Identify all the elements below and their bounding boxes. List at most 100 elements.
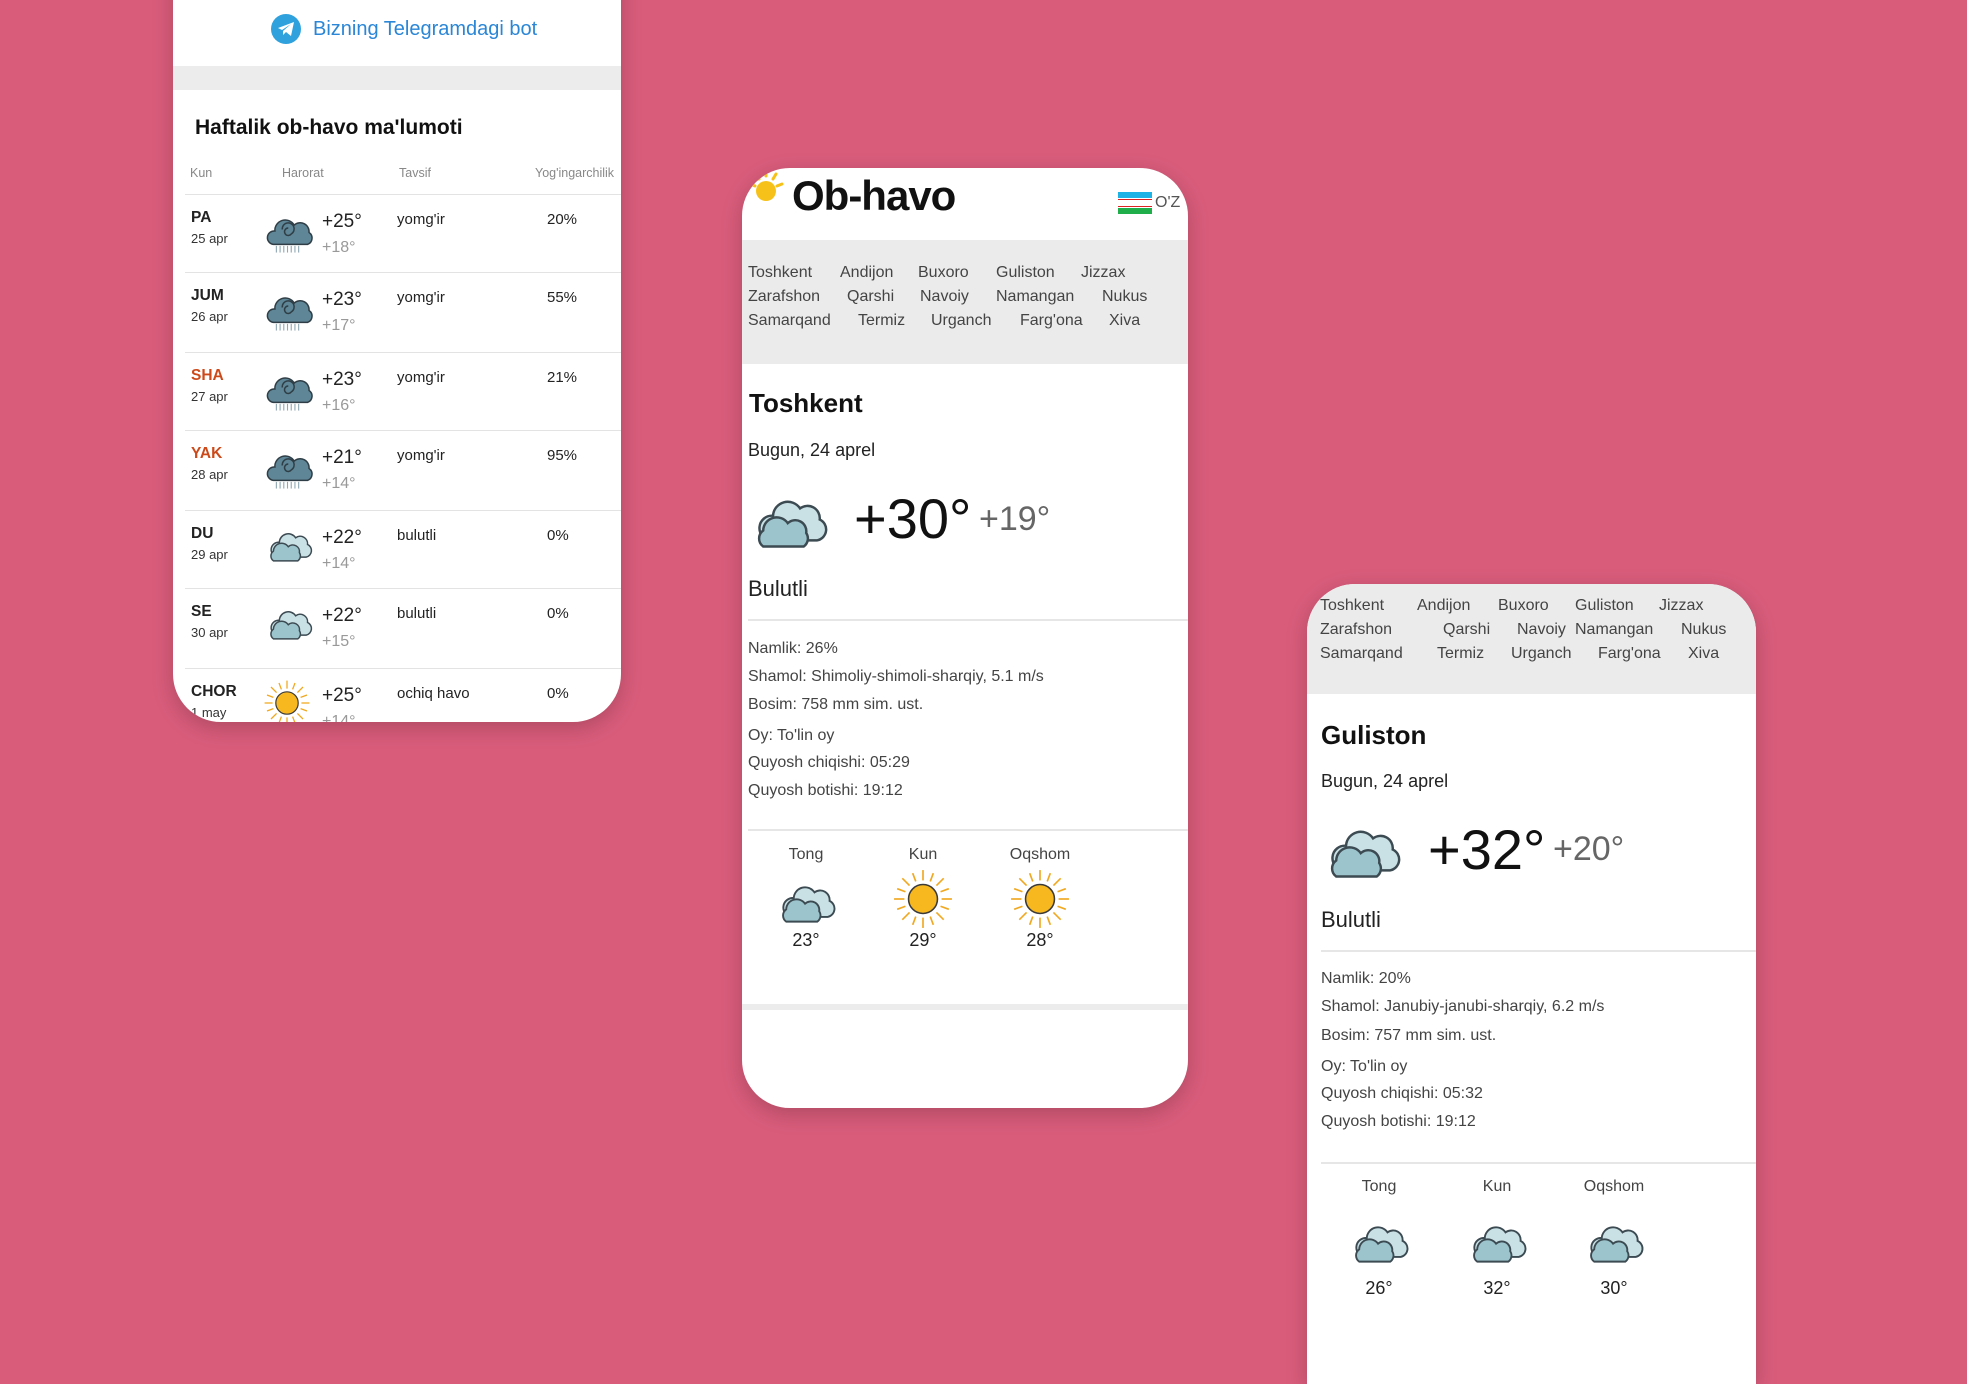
city-link[interactable]: Xiva [1109,312,1140,330]
row-date: 29 apr [191,547,228,562]
current-temperature: +32° [1428,818,1546,881]
site-logo[interactable]: Ob-havo [792,172,956,220]
telegram-bot-label[interactable]: Bizning Telegramdagi bot [313,18,537,41]
sunrise: Quyosh chiqishi: 05:32 [1321,1085,1483,1102]
weekly-title: Haftalik ob-havo ma'lumoti [195,116,463,139]
language-selector[interactable]: O'Z [1155,194,1180,212]
city-link[interactable]: Toshkent [748,264,812,282]
city-link[interactable]: Guliston [1575,597,1634,615]
row-date: 26 apr [191,309,228,324]
city-link[interactable]: Nukus [1102,288,1147,306]
row-high: +22° [322,527,362,548]
row-description: bulutli [397,605,437,622]
row-day: PA [191,209,212,226]
row-low: +18° [322,239,356,256]
table-row: YAK 28 apr +21° +14° yomg'ir 95% [185,430,621,509]
city-link[interactable]: Navoiy [920,288,969,306]
city-link[interactable]: Buxoro [918,264,969,282]
row-precipitation: 55% [547,289,578,306]
humidity: Namlik: 20% [1321,970,1411,987]
cloud-icon [773,874,839,924]
row-description: bulutli [397,527,437,544]
city-link[interactable]: Jizzax [1659,597,1703,615]
column-header-description: Tavsif [399,166,431,180]
wind: Shamol: Janubiy-janubi-sharqiy, 6.2 m/s [1321,998,1605,1015]
pressure: Bosim: 757 mm sim. ust. [1321,1027,1497,1044]
condition-label: Bulutli [748,576,808,601]
table-row: SE 30 apr +22° +15° bulutli 0% [185,588,621,667]
city-link[interactable]: Zarafshon [748,288,820,306]
city-link[interactable]: Samarqand [748,312,831,330]
row-description: yomg'ir [397,369,445,386]
city-link[interactable]: Qarshi [847,288,894,306]
uz-flag-icon[interactable] [1118,192,1152,214]
divider [742,1004,1188,1010]
cloud-icon [1581,1214,1647,1264]
row-day: DU [191,525,214,542]
city-link[interactable]: Farg'ona [1598,645,1661,663]
cloud-icon [263,521,315,565]
city-link[interactable]: Nukus [1681,621,1726,639]
pressure: Bosim: 758 mm sim. ust. [748,696,924,713]
city-link[interactable]: Namangan [1575,621,1653,639]
row-date: 1 may [191,705,227,720]
part-label: Kun [908,846,938,863]
today-date: Bugun, 24 aprel [1321,771,1449,791]
city-link[interactable]: Andijon [840,264,893,282]
city-link[interactable]: Jizzax [1081,264,1125,282]
column-header-precipitation: Yog'ingarchilik [535,166,615,180]
column-header-temperature: Harorat [282,166,324,180]
table-row: JUM 26 apr +23° +17° yomg'ir 55% [185,272,621,351]
city-link[interactable]: Qarshi [1443,621,1490,639]
row-day: CHOR [191,683,237,700]
city-link[interactable]: Namangan [996,288,1074,306]
today-date: Bugun, 24 aprel [748,440,876,460]
city-link[interactable]: Buxoro [1498,597,1549,615]
rain-cloud-icon [263,283,315,335]
cloud-icon [746,484,832,550]
part-temperature: 23° [792,930,820,950]
city-link[interactable]: Urganch [1511,645,1571,663]
day-part-morning: Tong 26° [1319,1178,1439,1299]
city-link[interactable]: Navoiy [1517,621,1566,639]
low-temperature: +20° [1553,830,1625,868]
row-day: SE [191,603,212,620]
row-high: +23° [322,289,362,310]
row-low: +14° [322,713,356,722]
part-label: Tong [1361,1178,1397,1195]
city-link[interactable]: Samarqand [1320,645,1403,663]
sun-icon [892,868,954,930]
part-temperature: 32° [1483,1278,1511,1298]
row-high: +25° [322,211,362,232]
city-link[interactable]: Termiz [1437,645,1484,663]
row-high: +25° [322,685,362,706]
row-date: 27 apr [191,389,228,404]
city-link[interactable]: Termiz [858,312,905,330]
sun-icon [263,679,311,722]
city-link[interactable]: Andijon [1417,597,1470,615]
row-low: +16° [322,397,356,414]
row-date: 28 apr [191,467,228,482]
row-precipitation: 0% [547,527,569,544]
row-date: 30 apr [191,625,228,640]
city-link[interactable]: Zarafshon [1320,621,1392,639]
city-link[interactable]: Xiva [1688,645,1719,663]
city-link[interactable]: Farg'ona [1020,312,1083,330]
divider [748,829,1188,831]
city-nav: Toshkent Andijon Buxoro Guliston Jizzax … [1307,584,1756,694]
row-precipitation: 95% [547,447,578,464]
row-description: yomg'ir [397,211,445,228]
city-link[interactable]: Toshkent [1320,597,1384,615]
section-divider [173,66,621,90]
row-day: SHA [191,367,224,384]
row-day: JUM [191,287,224,304]
sunset: Quyosh botishi: 19:12 [1321,1113,1476,1130]
row-description: yomg'ir [397,289,445,306]
part-label: Oqshom [1009,846,1071,863]
city-link[interactable]: Guliston [996,264,1055,282]
sun-icon [1009,868,1071,930]
city-link[interactable]: Urganch [931,312,991,330]
day-part-day: Kun 29° [863,846,983,951]
part-temperature: 29° [909,930,937,950]
telegram-bot-link[interactable]: Bizning Telegramdagi bot [271,14,537,44]
